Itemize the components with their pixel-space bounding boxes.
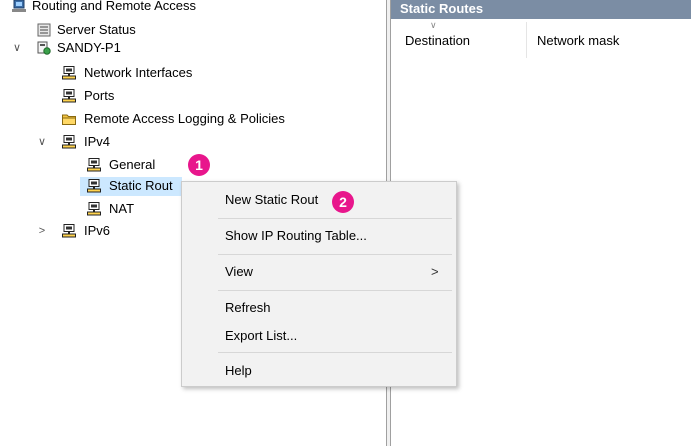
network-server-icon	[12, 0, 26, 12]
routing-node-icon	[62, 135, 76, 149]
menu-item-label: Help	[225, 363, 252, 378]
tree-label-server: SANDY-P1	[57, 40, 121, 55]
routing-node-icon	[87, 158, 101, 172]
tree-label-network-interfaces: Network Interfaces	[84, 65, 193, 80]
menu-item-new-static-route[interactable]: New Static Rout	[182, 187, 456, 213]
callout-badge-1: 1	[188, 154, 210, 176]
routing-node-icon	[87, 179, 101, 193]
computer-icon	[37, 41, 51, 55]
column-header-destination[interactable]: Destination	[405, 19, 470, 58]
menu-item-export-list[interactable]: Export List...	[182, 323, 456, 349]
menu-item-label: Show IP Routing Table...	[225, 228, 367, 243]
menu-item-label: Refresh	[225, 300, 271, 315]
routing-node-icon	[62, 66, 76, 80]
tree-label-ipv6: IPv6	[84, 223, 111, 238]
chevron-down-icon[interactable]: ∨	[36, 132, 48, 152]
routing-node-icon	[62, 89, 76, 103]
tree-label-static-routes: Static Rout	[109, 178, 173, 193]
column-header-network-mask[interactable]: Network mask	[537, 19, 619, 58]
tree-label-root: Routing and Remote Access	[32, 0, 197, 13]
tree-label-ports: Ports	[84, 88, 115, 103]
submenu-arrow-icon: >	[431, 264, 439, 279]
column-separator[interactable]	[526, 22, 527, 58]
menu-item-label: View	[225, 264, 253, 279]
context-menu: New Static Rout Show IP Routing Table...…	[181, 181, 457, 387]
menu-item-view[interactable]: View >	[182, 259, 456, 285]
routing-node-icon	[62, 224, 76, 238]
tree-label-remote-access: Remote Access Logging & Policies	[84, 111, 285, 126]
menu-item-help[interactable]: Help	[182, 358, 456, 384]
chevron-right-icon[interactable]: >	[36, 221, 48, 241]
menu-separator	[218, 352, 452, 353]
folder-icon	[62, 114, 76, 125]
details-pane-title: Static Routes	[391, 0, 691, 19]
menu-separator	[218, 290, 452, 291]
menu-item-label: Export List...	[225, 328, 298, 343]
menu-item-show-ip-routing-table[interactable]: Show IP Routing Table...	[182, 223, 456, 249]
server-list-icon	[37, 23, 51, 37]
tree-label-general: General	[109, 157, 156, 172]
tree-label-nat: NAT	[109, 201, 135, 216]
menu-separator	[218, 254, 452, 255]
callout-badge-2: 2	[332, 191, 354, 213]
menu-item-label: New Static Rout	[225, 192, 319, 207]
menu-item-refresh[interactable]: Refresh	[182, 295, 456, 321]
tree-label-ipv4: IPv4	[84, 134, 111, 149]
tree-label-server-status: Server Status	[57, 22, 136, 37]
menu-separator	[218, 218, 452, 219]
chevron-down-icon[interactable]: ∨	[11, 38, 23, 58]
routing-node-icon	[87, 202, 101, 216]
